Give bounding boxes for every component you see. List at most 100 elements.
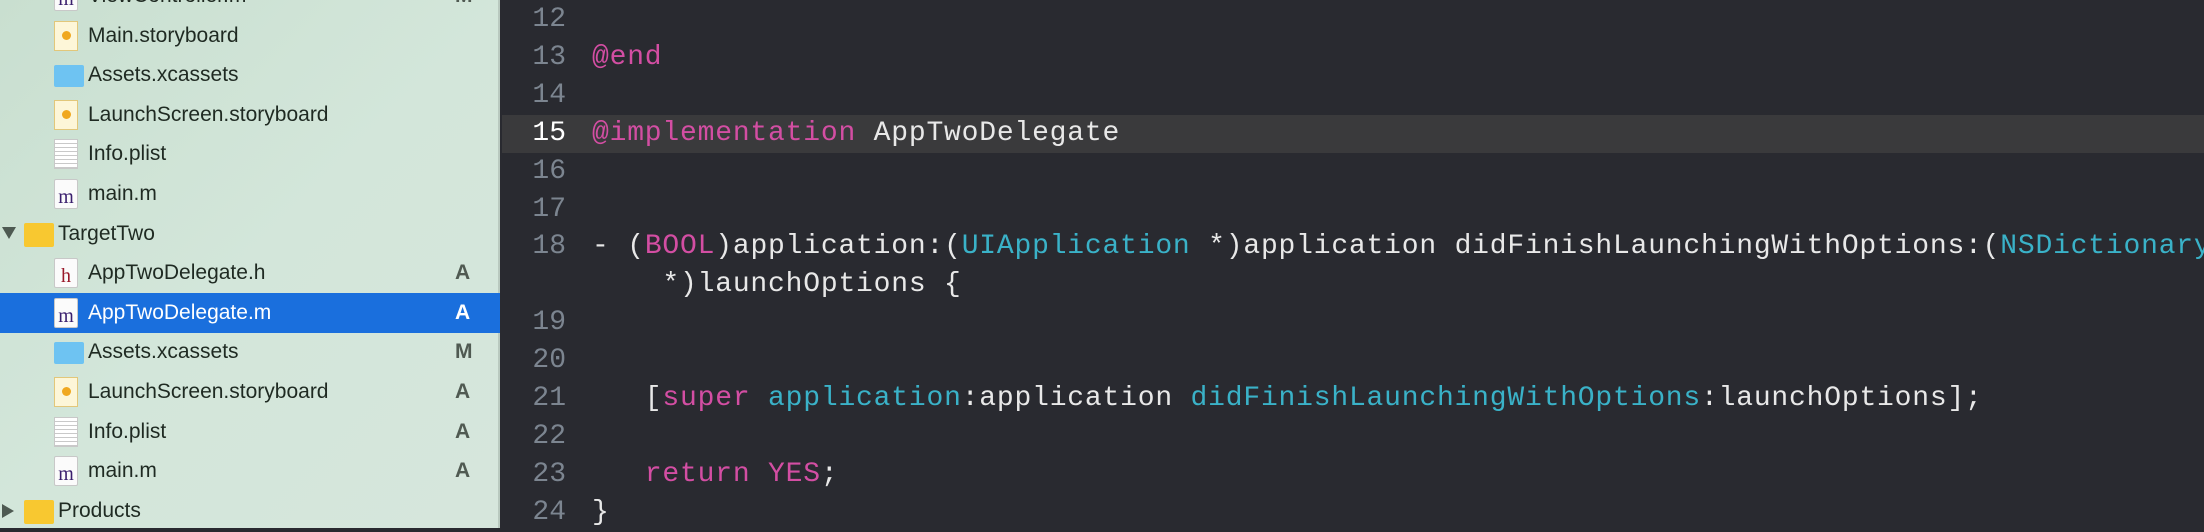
navigator-item-label: Main.storyboard	[88, 23, 239, 47]
code-line[interactable]: 16	[502, 153, 2204, 191]
code-line[interactable]: 12	[502, 1, 2204, 39]
m-file-icon: m	[54, 456, 78, 487]
scm-status-badge: A	[455, 419, 471, 443]
type-token: UIApplication	[961, 231, 1191, 263]
keyword-token: BOOL	[644, 231, 716, 263]
code-line[interactable]: 20	[502, 342, 2204, 380]
text-token: AppTwoDelegate	[856, 117, 1121, 149]
navigator-item-label: main.m	[88, 459, 157, 483]
navigator-item[interactable]: Main.storyboard	[0, 16, 500, 56]
navigator-item-label: main.m	[88, 182, 157, 205]
code-line[interactable]: *)launchOptions {	[502, 266, 2204, 304]
navigator-item[interactable]: Info.plist	[0, 134, 500, 174]
scm-status-badge: A	[455, 459, 471, 483]
text-token: *)application didFinishLaunchingWithOpti…	[1190, 231, 2001, 263]
line-number: 24	[532, 496, 566, 528]
disclosure-collapsed-icon[interactable]	[2, 503, 14, 518]
project-navigator: m ViewController.m M Main.storyboard Assets.…	[0, 0, 500, 528]
line-number: 13	[532, 41, 566, 73]
navigator-item[interactable]: Info.plist A	[0, 412, 500, 452]
navigator-item[interactable]: m main.m A	[0, 451, 500, 491]
line-number: 21	[532, 383, 566, 414]
navigator-item[interactable]: m AppTwoDelegate.m A	[0, 292, 500, 333]
code-line[interactable]: 21 [super application:application didFin…	[502, 380, 2204, 418]
folder-icon	[24, 222, 54, 247]
keyword-token: @implementation	[592, 117, 857, 149]
code-text: [super application:application didFinish…	[592, 380, 1983, 418]
line-number: 15	[532, 117, 566, 149]
navigator-item[interactable]: Products	[0, 491, 500, 531]
line-number: 17	[532, 193, 566, 225]
code-line[interactable]: 18 - (BOOL)application:(UIApplication *)a…	[502, 228, 2204, 266]
navigator-item[interactable]: m ViewController.m M	[0, 0, 500, 16]
type-token: didFinishLaunchingWithOptions	[1190, 383, 1702, 414]
text-token: :application	[961, 383, 1191, 414]
line-number: 18	[532, 231, 566, 263]
code-text: *)launchOptions {	[592, 266, 962, 304]
navigator-item[interactable]: h AppTwoDelegate.h A	[0, 253, 500, 293]
assets-icon	[54, 65, 84, 88]
text-token: )application:(	[715, 231, 962, 263]
navigator-item[interactable]: TargetTwo	[0, 214, 500, 254]
code-text: }	[592, 494, 610, 532]
navigator-item-label: Products	[58, 498, 141, 522]
text-token: - (	[592, 231, 645, 263]
scm-status-badge: M	[455, 340, 473, 364]
navigator-item-label: LaunchScreen.storyboard	[88, 380, 329, 403]
storyboard-icon	[54, 377, 78, 407]
text-token: }	[592, 496, 610, 528]
navigator-item[interactable]: LaunchScreen.storyboard A	[0, 372, 500, 412]
navigator-item-label: ViewController.m	[88, 0, 246, 8]
code-text: @implementation AppTwoDelegate	[592, 115, 1120, 153]
plist-icon	[54, 139, 78, 170]
line-number: 14	[532, 79, 566, 111]
navigator-item[interactable]: m main.m	[0, 174, 500, 214]
code-text: - (BOOL)application:(UIApplication *)app…	[592, 228, 2204, 266]
storyboard-icon	[54, 99, 78, 130]
line-number: 16	[532, 155, 566, 187]
type-token: application	[768, 383, 962, 414]
scm-status-badge: M	[455, 0, 473, 8]
navigator-item-label: Info.plist	[88, 142, 167, 166]
line-number: 19	[532, 307, 566, 339]
navigator-item[interactable]: Assets.xcassets M	[0, 332, 500, 372]
keyword-token: @end	[592, 41, 663, 73]
code-line[interactable]: 22	[502, 418, 2204, 456]
type-token: NSDictionary	[2000, 231, 2204, 263]
code-line[interactable]: 19	[502, 304, 2204, 342]
text-token: ;	[820, 458, 839, 490]
line-number: 20	[532, 345, 566, 377]
navigator-item[interactable]: LaunchScreen.storyboard	[0, 95, 500, 135]
scm-status-badge: A	[455, 300, 471, 324]
keyword-token: YES	[768, 458, 821, 490]
navigator-item-label: Info.plist	[88, 419, 167, 443]
code-editor[interactable]: 12 13 @end 14 15 @implementation AppTwoDelega…	[502, 0, 2204, 528]
code-text: @end	[592, 39, 662, 77]
line-number: 23	[532, 458, 566, 490]
line-number: 22	[532, 420, 566, 452]
scm-status-badge: A	[455, 261, 471, 285]
keyword-token: return	[644, 458, 751, 490]
code-line[interactable]: 13 @end	[502, 39, 2204, 77]
code-line[interactable]: 14	[502, 77, 2204, 115]
line-number: 12	[532, 4, 566, 35]
code-line[interactable]: 23 return YES;	[502, 456, 2204, 494]
disclosure-expanded-icon[interactable]	[2, 226, 16, 239]
navigator-item-label: Assets.xcassets	[88, 63, 239, 87]
m-file-icon: m	[54, 0, 78, 11]
navigator-item-label: AppTwoDelegate.h	[88, 261, 266, 285]
plist-icon	[54, 416, 78, 447]
text-token: [	[592, 383, 663, 414]
navigator-item[interactable]: Assets.xcassets	[0, 55, 500, 95]
text-token: :launchOptions];	[1701, 383, 1983, 414]
navigator-item-label: Assets.xcassets	[88, 340, 239, 364]
code-line[interactable]: 15 @implementation AppTwoDelegate	[502, 114, 2204, 153]
code-line[interactable]: 17	[502, 191, 2204, 229]
scm-status-badge: A	[455, 380, 471, 403]
m-file-icon: m	[54, 297, 78, 328]
navigator-item-label: LaunchScreen.storyboard	[88, 102, 329, 126]
code-text: return YES;	[592, 456, 838, 494]
code-line[interactable]: 24}	[502, 494, 2204, 532]
